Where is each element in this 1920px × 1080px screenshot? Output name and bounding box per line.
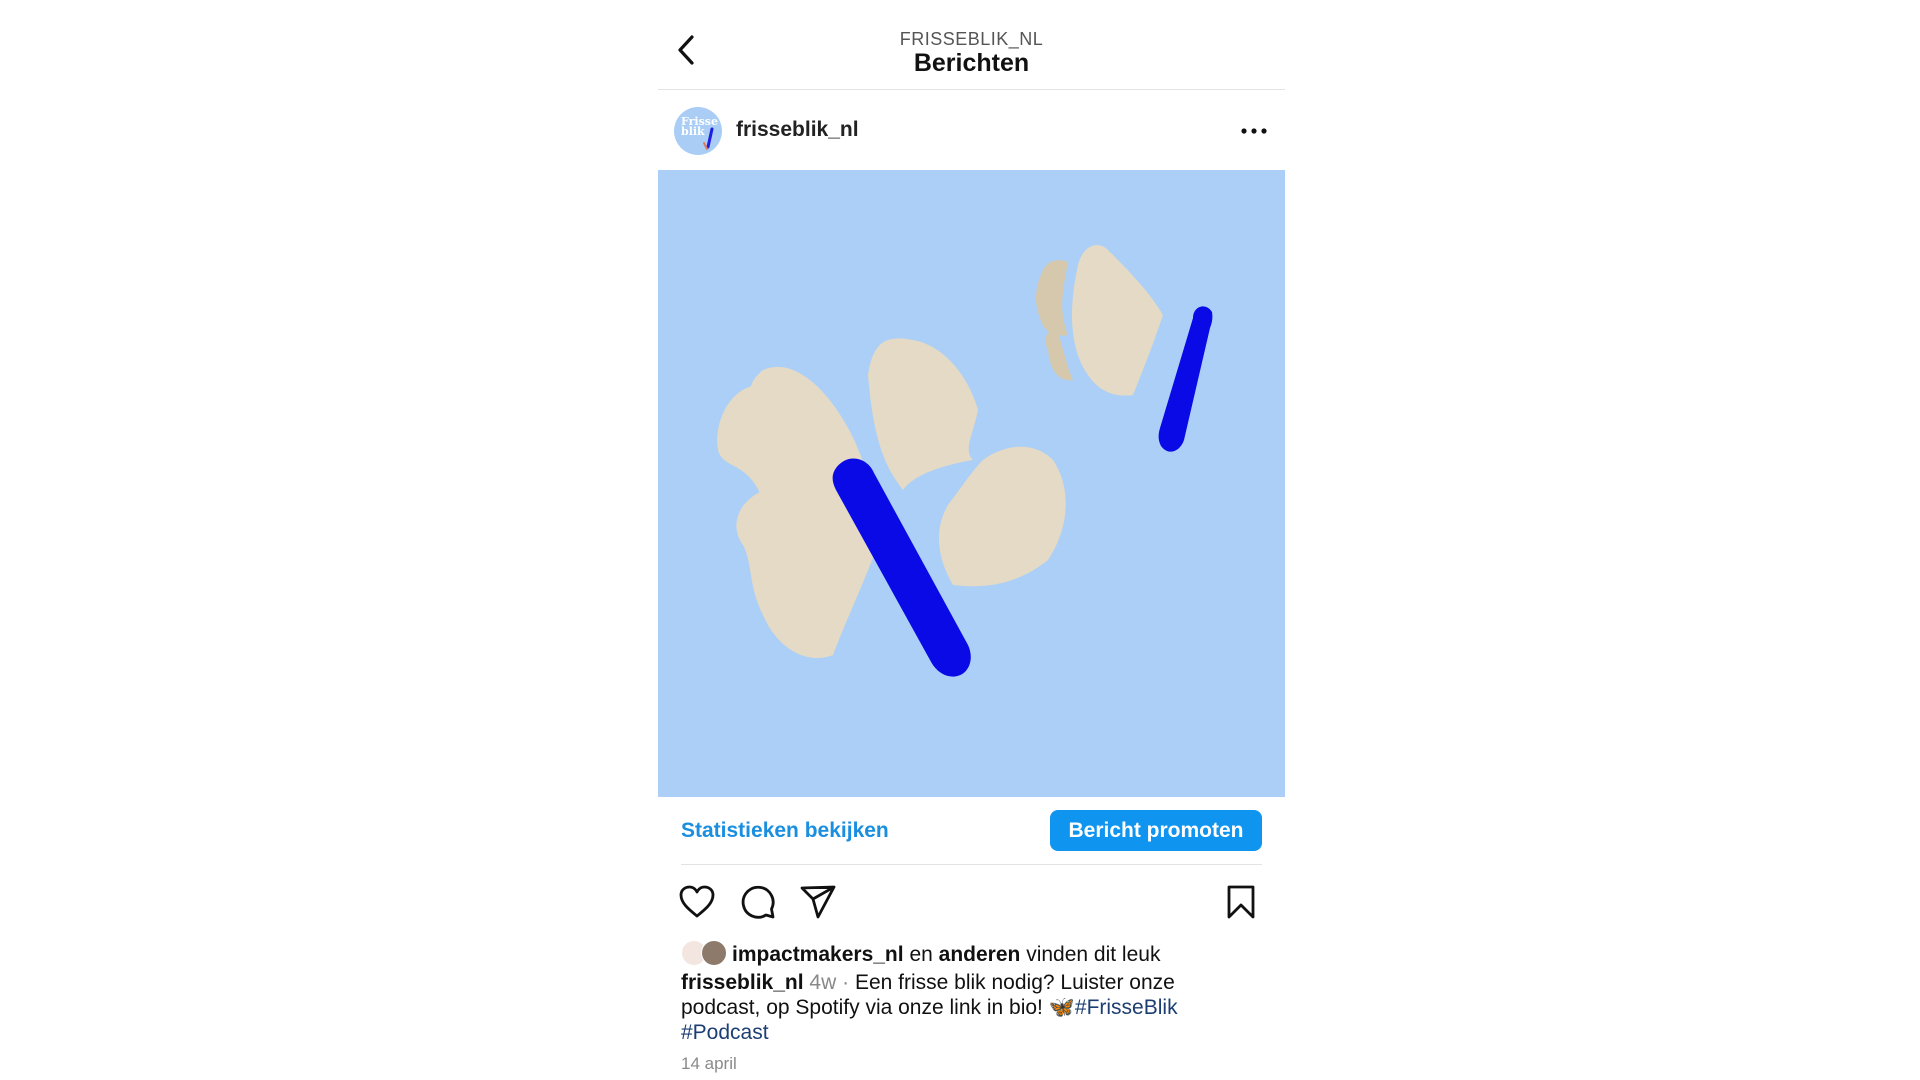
likes-suffix: vinden dit leuk: [1026, 943, 1161, 966]
hashtag-podcast[interactable]: #Podcast: [681, 1021, 769, 1044]
account-label: FRISSEBLIK_NL: [899, 29, 1044, 49]
likes-summary[interactable]: impactmakers_nl en anderen vinden dit le…: [681, 940, 1160, 967]
butterflies-illustration: [717, 245, 1213, 677]
hashtag-frisseblik[interactable]: #FrisseBlik: [1075, 996, 1178, 1019]
small-butterfly: [1036, 245, 1213, 452]
top-header: FRISSEBLIK_NL Berichten: [658, 0, 1285, 90]
caption-username[interactable]: frisseblik_nl: [681, 971, 804, 994]
post-image[interactable]: [658, 170, 1285, 797]
avatar-logo-mark: [703, 127, 714, 150]
view-insights-link[interactable]: Statistieken bekijken: [681, 819, 889, 843]
liker-avatar: [701, 940, 727, 966]
like-button[interactable]: [677, 882, 717, 922]
large-butterfly: [717, 338, 1066, 677]
likes-connector: en: [909, 943, 933, 966]
more-options-button[interactable]: [1236, 118, 1272, 144]
save-button[interactable]: [1221, 882, 1261, 922]
comment-button[interactable]: [738, 882, 778, 922]
bookmark-icon: [1227, 885, 1255, 919]
post-date: 14 april: [681, 1054, 737, 1073]
share-icon: [800, 885, 836, 919]
butterfly-emoji: 🦋: [1048, 996, 1075, 1019]
likes-others[interactable]: anderen: [939, 943, 1021, 966]
more-icon: [1241, 128, 1267, 134]
post-age: 4w: [809, 971, 837, 994]
post-caption: frisseblik_nl 4w · Een frisse blik nodig…: [681, 970, 1241, 1045]
post-username[interactable]: frisseblik_nl: [736, 118, 859, 142]
comment-icon: [741, 885, 775, 919]
share-button[interactable]: [798, 882, 838, 922]
caption-separator: ·: [842, 971, 850, 994]
heart-icon: [679, 885, 715, 918]
divider: [681, 864, 1262, 865]
page-title: Berichten: [913, 49, 1030, 77]
avatar[interactable]: Frisse blik: [674, 107, 722, 155]
post-screen: FRISSEBLIK_NL Berichten Frisse blik fris…: [658, 0, 1285, 1080]
post-header: Frisse blik frisseblik_nl: [658, 90, 1285, 170]
liker-username[interactable]: impactmakers_nl: [732, 943, 904, 966]
promote-post-button[interactable]: Bericht promoten: [1050, 810, 1262, 851]
